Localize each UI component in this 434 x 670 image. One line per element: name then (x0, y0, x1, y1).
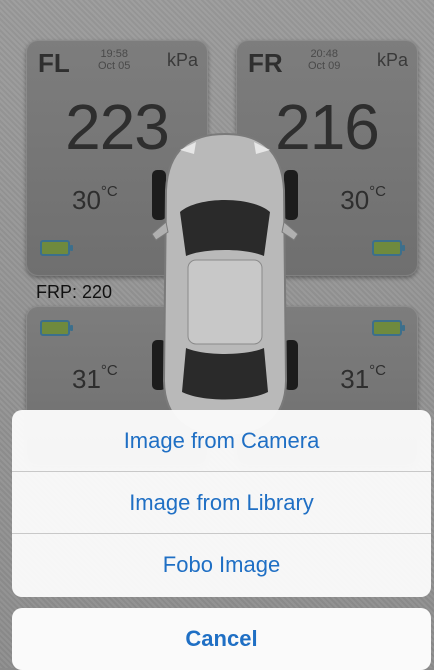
battery-icon (40, 240, 73, 256)
temperature-readout: 30°C (340, 183, 386, 216)
tire-date: Oct 09 (308, 60, 341, 72)
pressure-unit: kPa (376, 50, 408, 70)
temperature-readout: 31°C (340, 362, 386, 395)
action-sheet: Image from Camera Image from Library Fob… (12, 410, 431, 597)
tire-date: Oct 05 (98, 60, 131, 72)
tire-time: 20:48 (310, 48, 338, 60)
tire-timestamp: 19:58 Oct 05 (98, 48, 130, 72)
car-icon (151, 132, 299, 438)
temperature-value: 31 (72, 364, 101, 394)
temperature-unit: °C (369, 183, 386, 200)
tire-timestamp: 20:48 Oct 09 (308, 48, 340, 72)
frp-label: FRP: 220 (36, 282, 113, 302)
temperature-readout: 31°C (72, 362, 118, 395)
temperature-value: 30 (72, 185, 101, 215)
pressure-unit: kPa (166, 50, 198, 70)
tire-time: 19:58 (100, 48, 128, 60)
temperature-unit: °C (100, 183, 118, 200)
fobo-image-button[interactable]: Fobo Image (12, 534, 431, 596)
temperature-unit: °C (100, 362, 118, 379)
tire-position-label: FL (38, 48, 70, 78)
battery-icon (40, 320, 73, 336)
battery-icon (372, 240, 405, 256)
temperature-readout: 30°C (72, 183, 118, 216)
tire-position-label: FR (248, 48, 283, 78)
temperature-value: 30 (340, 185, 370, 215)
temperature-value: 31 (340, 364, 370, 394)
cancel-button[interactable]: Cancel (12, 608, 431, 670)
image-from-library-button[interactable]: Image from Library (12, 472, 431, 534)
image-from-camera-button[interactable]: Image from Camera (12, 410, 431, 472)
battery-icon (372, 320, 405, 336)
temperature-unit: °C (369, 362, 386, 379)
